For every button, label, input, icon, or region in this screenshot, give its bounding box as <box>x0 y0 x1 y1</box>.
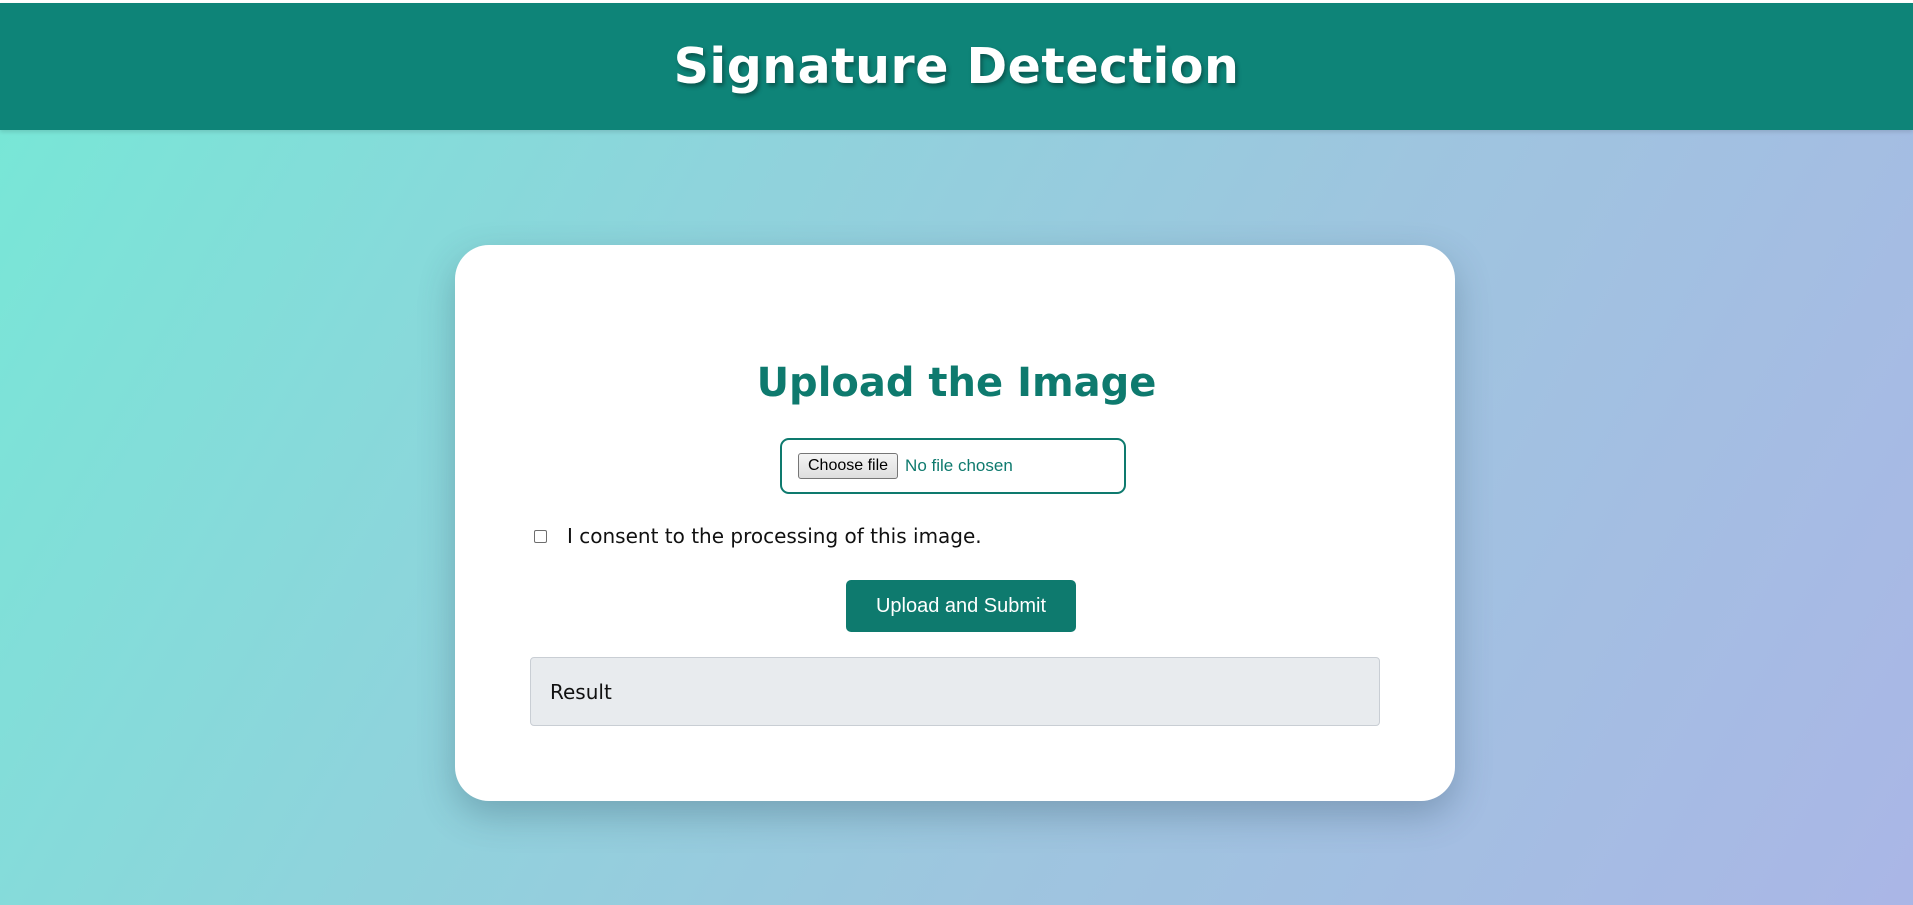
consent-label[interactable]: I consent to the processing of this imag… <box>567 524 982 548</box>
result-label: Result <box>550 679 612 704</box>
result-panel: Result <box>530 657 1380 726</box>
file-status-text: No file chosen <box>905 456 1013 475</box>
consent-checkbox[interactable] <box>534 529 547 543</box>
page-title: Signature Detection <box>673 38 1240 95</box>
file-input[interactable]: Choose file No file chosen <box>780 438 1126 494</box>
choose-file-button[interactable]: Choose file <box>798 453 899 479</box>
consent-row: I consent to the processing of this imag… <box>534 524 982 548</box>
upload-submit-button[interactable]: Upload and Submit <box>846 580 1076 632</box>
page-header: Signature Detection <box>0 3 1913 130</box>
upload-card-title: Upload the Image <box>756 360 1157 406</box>
